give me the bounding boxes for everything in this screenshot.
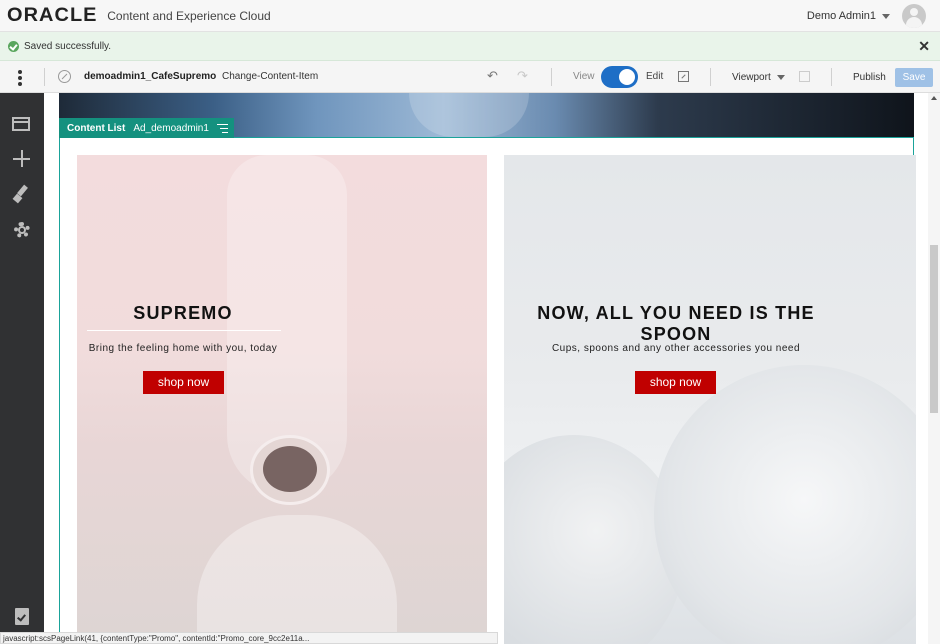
save-button[interactable]: Save bbox=[895, 68, 933, 87]
site-status-icon bbox=[58, 70, 71, 83]
left-sidebar bbox=[0, 93, 44, 644]
publish-button[interactable]: Publish bbox=[853, 72, 886, 83]
close-icon[interactable]: ✕ bbox=[918, 38, 930, 55]
preview-new-window-icon[interactable] bbox=[678, 71, 689, 82]
more-menu-icon[interactable] bbox=[18, 70, 22, 86]
vertical-scrollbar[interactable] bbox=[928, 93, 940, 644]
promo-subtitle: Cups, spoons and any other accessories y… bbox=[551, 343, 801, 354]
chevron-down-icon bbox=[882, 13, 890, 19]
shop-now-button[interactable]: shop now bbox=[143, 371, 224, 394]
content-list-tab[interactable]: Content List Ad_demoadmin1 bbox=[59, 118, 234, 138]
layout-icon[interactable] bbox=[12, 115, 32, 135]
promo-card[interactable]: NOW, ALL YOU NEED IS THE SPOON Cups, spo… bbox=[504, 155, 916, 644]
divider bbox=[87, 330, 281, 331]
viewport-dropdown[interactable]: Viewport bbox=[732, 72, 785, 83]
check-circle-icon bbox=[8, 40, 19, 52]
site-editor-toolbar: demoadmin1_CafeSupremo Change-Content-It… bbox=[0, 61, 940, 93]
view-edit-toggle[interactable] bbox=[601, 66, 638, 88]
component-name: Ad_demoadmin1 bbox=[133, 122, 209, 134]
device-frame-icon[interactable] bbox=[799, 71, 810, 82]
list-menu-icon[interactable] bbox=[216, 123, 228, 133]
gear-icon[interactable] bbox=[12, 220, 32, 240]
site-name: demoadmin1_CafeSupremo bbox=[84, 71, 217, 82]
viewport-label: Viewport bbox=[732, 72, 771, 83]
add-icon[interactable] bbox=[12, 149, 32, 169]
edit-mode-label[interactable]: Edit bbox=[646, 71, 663, 82]
brush-icon[interactable] bbox=[12, 185, 32, 205]
link-status-bar: javascript:scsPageLink(41, {contentType:… bbox=[0, 632, 498, 644]
divider bbox=[551, 68, 552, 86]
user-name: Demo Admin1 bbox=[806, 10, 876, 22]
page-canvas: Content List Ad_demoadmin1 SUPREMO Bring… bbox=[44, 93, 928, 644]
promo-title: NOW, ALL YOU NEED IS THE SPOON bbox=[537, 303, 815, 344]
view-mode-label[interactable]: View bbox=[573, 71, 595, 82]
scroll-up-icon[interactable] bbox=[931, 96, 937, 100]
promo-title: SUPREMO bbox=[133, 303, 233, 323]
promo-card[interactable]: SUPREMO Bring the feeling home with you,… bbox=[77, 155, 487, 644]
oracle-logo: ORACLE bbox=[7, 4, 98, 26]
clipboard-check-icon[interactable] bbox=[12, 606, 32, 626]
undo-icon[interactable]: ↶ bbox=[487, 68, 498, 84]
cups-image bbox=[654, 365, 916, 644]
user-menu[interactable]: Demo Admin1 bbox=[807, 10, 890, 22]
scrollbar-thumb[interactable] bbox=[930, 245, 938, 413]
app-title: Content and Experience Cloud bbox=[107, 8, 271, 23]
chevron-down-icon bbox=[776, 75, 785, 80]
shop-now-button[interactable]: shop now bbox=[635, 371, 716, 394]
divider bbox=[44, 68, 45, 86]
app-header: ORACLE Content and Experience Cloud Demo… bbox=[0, 0, 940, 32]
coffee-cup-image bbox=[250, 435, 330, 505]
content-list-component[interactable]: Content List Ad_demoadmin1 SUPREMO Bring… bbox=[59, 118, 916, 644]
notification-message: Saved successfully. bbox=[24, 40, 112, 52]
success-notification: Saved successfully. ✕ bbox=[0, 32, 940, 61]
divider bbox=[831, 68, 832, 86]
redo-icon[interactable]: ↷ bbox=[517, 68, 528, 84]
promo-subtitle: Bring the feeling home with you, today bbox=[88, 343, 278, 354]
update-name[interactable]: Change-Content-Item bbox=[222, 71, 318, 82]
avatar[interactable] bbox=[902, 4, 926, 28]
component-type-label: Content List bbox=[67, 122, 126, 134]
divider bbox=[710, 68, 711, 86]
